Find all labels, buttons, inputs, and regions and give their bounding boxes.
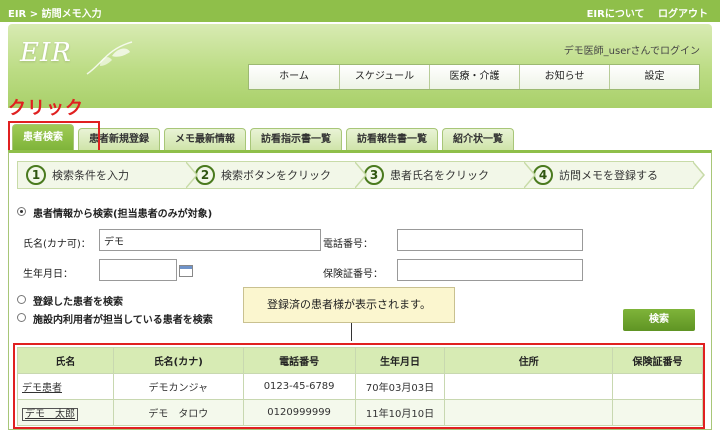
cell-name: デモ 太郎 bbox=[17, 399, 114, 426]
step-label: 検索条件を入力 bbox=[52, 169, 129, 182]
tooltip-pointer bbox=[351, 323, 352, 341]
radio-facility-label: 施設内利用者が担当している患者を検索 bbox=[33, 315, 213, 326]
breadcrumb: EIR > 訪問メモ入力 bbox=[8, 9, 102, 20]
patient-name-link[interactable]: デモ患者 bbox=[22, 383, 62, 394]
nav-settings[interactable]: 設定 bbox=[609, 65, 699, 89]
tab-nursing-reports[interactable]: 訪看報告書一覧 bbox=[346, 128, 438, 150]
nav-notices[interactable]: お知らせ bbox=[519, 65, 609, 89]
radio-registered-label: 登録した患者を検索 bbox=[33, 297, 123, 308]
cell-kana: デモカンジャ bbox=[112, 373, 244, 400]
col-header-name: 氏名 bbox=[17, 347, 114, 374]
step-label: 訪問メモを登録する bbox=[559, 169, 658, 182]
cell-insurance bbox=[612, 373, 703, 400]
step-arrow-fill bbox=[692, 162, 703, 188]
logo[interactable]: EIR bbox=[20, 38, 72, 68]
step-number: 3 bbox=[364, 165, 384, 185]
cell-phone: 0120999999 bbox=[242, 399, 356, 426]
click-annotation: クリック bbox=[8, 98, 84, 119]
step-arrow-fill bbox=[185, 162, 196, 188]
phone-input[interactable] bbox=[397, 229, 583, 251]
step-number: 2 bbox=[195, 165, 215, 185]
col-header-phone: 電話番号 bbox=[242, 347, 356, 374]
calendar-icon[interactable] bbox=[179, 265, 193, 277]
cell-kana: デモ タロウ bbox=[112, 399, 244, 426]
col-header-insurance: 保険証番号 bbox=[612, 347, 703, 374]
cell-name: デモ患者 bbox=[17, 373, 114, 400]
step-indicator: 1 検索条件を入力 2 検索ボタンをクリック 3 患者氏名をクリック 4 訪問メ… bbox=[17, 161, 705, 189]
main-nav: ホーム スケジュール 医療・介護 お知らせ 設定 bbox=[248, 64, 700, 90]
table-header-row: 氏名 氏名(カナ) 電話番号 生年月日 住所 保険証番号 bbox=[17, 347, 703, 374]
header: EIR デモ医師_userさんでログイン ホーム スケジュール 医療・介護 お知… bbox=[8, 24, 712, 108]
radio-registered-search[interactable] bbox=[17, 295, 26, 304]
insurance-label: 保険証番号： bbox=[323, 269, 383, 280]
nav-medical-care[interactable]: 医療・介護 bbox=[429, 65, 519, 89]
logout-link[interactable]: ログアウト bbox=[658, 9, 708, 20]
table-row: デモ 太郎 デモ タロウ 0120999999 11年10月10日 bbox=[17, 399, 703, 426]
birthdate-input[interactable] bbox=[99, 259, 177, 281]
tab-highlight-box bbox=[8, 121, 100, 153]
search-panel: 1 検索条件を入力 2 検索ボタンをクリック 3 患者氏名をクリック 4 訪問メ… bbox=[8, 150, 712, 430]
results-highlight-box: 氏名 氏名(カナ) 電話番号 生年月日 住所 保険証番号 デモ患者 デモカンジャ… bbox=[13, 343, 705, 429]
step-1: 1 検索条件を入力 bbox=[17, 161, 198, 189]
birthdate-label: 生年月日： bbox=[23, 269, 73, 280]
cell-address bbox=[444, 373, 614, 400]
tab-nursing-instructions[interactable]: 訪看指示書一覧 bbox=[250, 128, 342, 150]
cell-address bbox=[444, 399, 614, 426]
radio-patient-info-label: 患者情報から検索(担当患者のみが対象) bbox=[33, 209, 213, 220]
col-header-kana: 氏名(カナ) bbox=[112, 347, 244, 374]
top-bar: EIR > 訪問メモ入力 EIRについて ログアウト bbox=[0, 0, 720, 22]
login-user-label: デモ医師_userさんでログイン bbox=[563, 46, 700, 57]
about-link[interactable]: EIRについて bbox=[587, 9, 645, 20]
nav-schedule[interactable]: スケジュール bbox=[339, 65, 429, 89]
step-4: 4 訪問メモを登録する bbox=[524, 161, 705, 189]
leaf-ornament-icon bbox=[86, 41, 133, 75]
top-links: EIRについて ログアウト bbox=[577, 5, 708, 20]
step-label: 患者氏名をクリック bbox=[390, 169, 489, 182]
phone-label: 電話番号： bbox=[323, 239, 373, 250]
patient-name-link[interactable]: デモ 太郎 bbox=[22, 408, 78, 421]
radio-patient-info-search[interactable] bbox=[17, 207, 26, 216]
tab-referral-letters[interactable]: 紹介状一覧 bbox=[442, 128, 514, 150]
step-3: 3 患者氏名をクリック bbox=[355, 161, 536, 189]
result-tooltip: 登録済の患者様が表示されます。 bbox=[243, 287, 455, 323]
cell-insurance bbox=[612, 399, 703, 426]
step-arrow-fill bbox=[354, 162, 365, 188]
col-header-address: 住所 bbox=[444, 347, 614, 374]
name-label: 氏名(カナ可)： bbox=[23, 239, 91, 250]
table-row: デモ患者 デモカンジャ 0123-45-6789 70年03月03日 bbox=[17, 373, 703, 400]
step-number: 1 bbox=[26, 165, 46, 185]
nav-home[interactable]: ホーム bbox=[249, 65, 339, 89]
step-arrow-fill bbox=[523, 162, 534, 188]
step-2: 2 検索ボタンをクリック bbox=[186, 161, 367, 189]
radio-facility-search[interactable] bbox=[17, 313, 26, 322]
insurance-input[interactable] bbox=[397, 259, 583, 281]
cell-birthdate: 70年03月03日 bbox=[354, 373, 446, 400]
tab-latest-memos[interactable]: メモ最新情報 bbox=[164, 128, 246, 150]
col-header-birthdate: 生年月日 bbox=[354, 347, 446, 374]
name-input[interactable] bbox=[99, 229, 321, 251]
step-label: 検索ボタンをクリック bbox=[221, 169, 331, 182]
cell-birthdate: 11年10月10日 bbox=[354, 399, 446, 426]
results-table: 氏名 氏名(カナ) 電話番号 生年月日 住所 保険証番号 デモ患者 デモカンジャ… bbox=[17, 347, 703, 426]
cell-phone: 0123-45-6789 bbox=[242, 373, 356, 400]
search-button[interactable]: 検索 bbox=[623, 309, 695, 331]
step-number: 4 bbox=[533, 165, 553, 185]
